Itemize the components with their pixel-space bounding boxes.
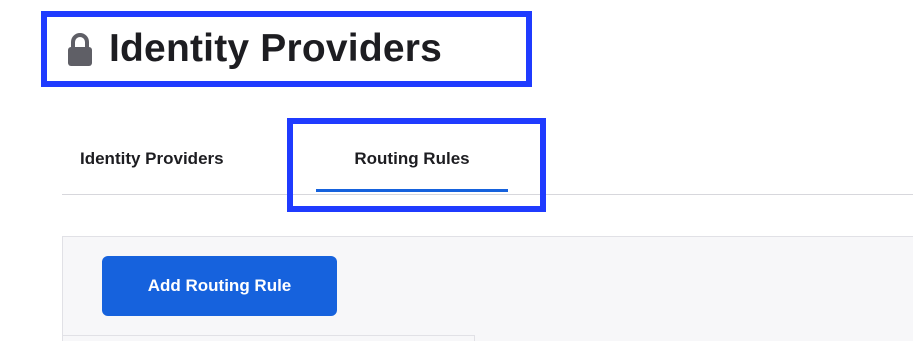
page: Identity Providers Identity Providers Ro… bbox=[0, 0, 913, 341]
panel-divider bbox=[63, 335, 475, 341]
add-routing-rule-button[interactable]: Add Routing Rule bbox=[102, 256, 337, 316]
active-tab-indicator bbox=[316, 189, 508, 192]
tab-identity-providers[interactable]: Identity Providers bbox=[80, 123, 224, 194]
tab-bar: Identity Providers Routing Rules bbox=[62, 123, 913, 195]
tab-label: Identity Providers bbox=[80, 148, 224, 168]
page-title: Identity Providers bbox=[109, 27, 443, 70]
page-header-highlight: Identity Providers bbox=[41, 11, 532, 87]
lock-icon bbox=[65, 32, 95, 68]
tab-label: Routing Rules bbox=[354, 148, 470, 168]
tab-routing-rules[interactable]: Routing Rules bbox=[316, 123, 508, 194]
routing-rules-panel: Add Routing Rule bbox=[62, 236, 913, 341]
